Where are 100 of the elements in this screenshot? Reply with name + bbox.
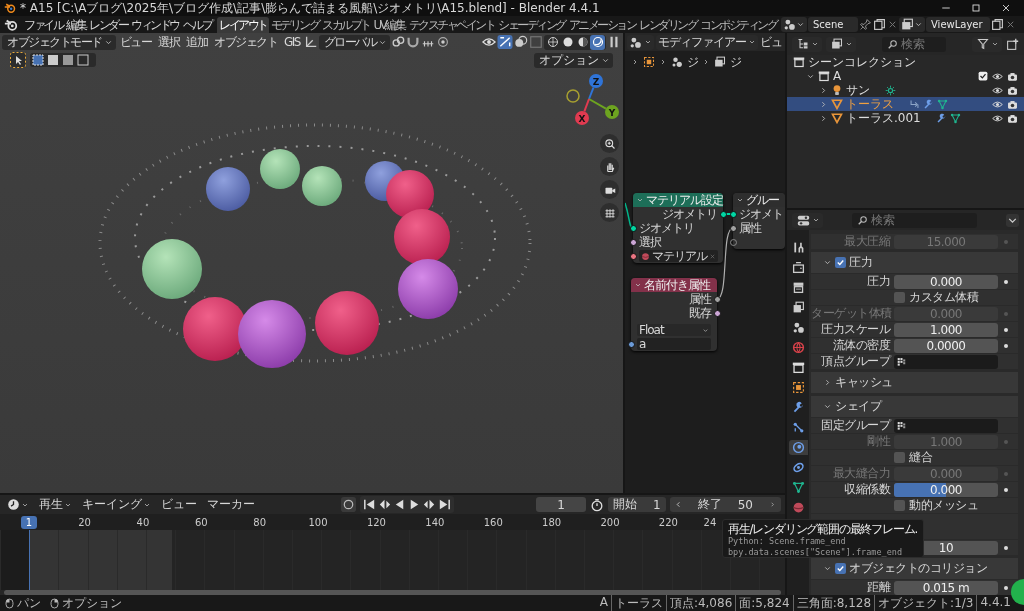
socket[interactable] (729, 224, 737, 232)
keyframe-dot-icon[interactable] (1004, 279, 1008, 284)
magnet-icon[interactable] (406, 35, 421, 49)
disclosure-icon[interactable] (819, 99, 828, 109)
pivot-icon[interactable] (391, 35, 406, 49)
view-layer-name-field[interactable]: ViewLayer (926, 17, 990, 32)
negative-axis-handle[interactable] (566, 89, 580, 103)
scene-selector[interactable] (781, 17, 807, 32)
camera-icon[interactable] (1007, 112, 1018, 124)
orientation-dropdown[interactable]: グローバル (318, 34, 391, 50)
playhead-line[interactable] (28, 530, 30, 590)
physics-icon[interactable] (909, 98, 920, 110)
menu-item[interactable]: 選択 (155, 33, 182, 51)
copy-icon[interactable] (873, 18, 886, 31)
checkbox[interactable] (835, 257, 846, 268)
workspace-tab[interactable]: シェーディング (496, 16, 567, 33)
eye-icon[interactable] (992, 84, 1003, 96)
properties-tab[interactable] (788, 440, 808, 455)
camera-icon[interactable] (1007, 98, 1018, 110)
node-panel[interactable]: グルー ジオメト 属性 (733, 193, 785, 249)
camera-icon[interactable] (1007, 84, 1018, 96)
socket[interactable] (629, 252, 637, 260)
eye-icon[interactable] (992, 70, 1003, 82)
maximize-icon[interactable] (970, 2, 982, 14)
transform-orientation-icon[interactable] (303, 35, 318, 49)
vertex-group-field[interactable] (894, 354, 998, 369)
visibility-icon[interactable] (482, 35, 496, 49)
workspace-tab[interactable]: コンポジティング (698, 16, 778, 33)
outliner-item[interactable]: シーンコレクション (787, 55, 1024, 69)
socket[interactable] (713, 295, 721, 303)
workspace-tab[interactable]: アニメーション (566, 16, 637, 33)
checkbox[interactable] (894, 292, 905, 303)
disclosure-icon[interactable] (819, 85, 828, 95)
light-data-icon[interactable] (885, 84, 896, 96)
breadcrumb-item[interactable]: ジ (730, 53, 741, 71)
outliner-item[interactable]: サン (787, 83, 1024, 97)
gizmo-toggle-icon[interactable] (497, 34, 513, 50)
outliner-item[interactable]: トーラス.001 (787, 111, 1024, 125)
menu-item[interactable]: キーイング (79, 496, 154, 513)
name-field[interactable]: a (637, 338, 711, 350)
new-collection-icon[interactable] (1006, 37, 1019, 51)
keyframe-dot-icon[interactable] (1004, 327, 1008, 332)
axis-handle[interactable]: X (575, 111, 589, 125)
search-field[interactable]: 検索 (882, 36, 946, 52)
menu-item[interactable]: 再生 (36, 496, 75, 513)
mode-dropdown[interactable]: オブジェクトモード (2, 34, 116, 50)
frame-field[interactable]: 1 (536, 497, 587, 512)
socket[interactable] (629, 238, 637, 246)
outliner-item[interactable]: A (787, 69, 1024, 83)
menu-item[interactable]: ファイル (22, 16, 64, 33)
eye-icon[interactable] (992, 112, 1003, 124)
workspace-tab[interactable]: テクスチャペイント (406, 16, 496, 33)
socket[interactable] (627, 340, 635, 348)
copy-icon[interactable] (991, 18, 1004, 31)
breadcrumb-item[interactable]: ジ (687, 53, 698, 71)
menu-item[interactable]: ビュ (760, 33, 782, 51)
remove-icon[interactable] (1005, 19, 1016, 30)
current-frame-marker[interactable]: 1 (21, 515, 37, 529)
end-frame-field[interactable]: 終了 50 (669, 497, 781, 512)
panel-header[interactable]: 圧力 (811, 252, 1018, 273)
checkbox[interactable] (894, 500, 905, 511)
options-dropdown[interactable]: オプション (534, 52, 613, 68)
overlay-icon[interactable] (514, 35, 528, 49)
slider-field[interactable]: 0.000 (894, 482, 998, 497)
record-icon[interactable] (340, 497, 356, 512)
panel-header[interactable]: オブジェクトのコリジョン (811, 558, 1018, 579)
keyframe-dot-icon[interactable] (1004, 585, 1008, 590)
menu-item[interactable]: GIS (281, 35, 303, 49)
menu-item[interactable]: ウィンドウ (129, 16, 181, 33)
checkbox[interactable] (835, 563, 846, 574)
scene-name-field[interactable]: Scene (808, 17, 858, 32)
selection-modes-icon[interactable] (30, 53, 96, 67)
workspace-tab[interactable]: レンダリング (637, 16, 698, 33)
workspace-tab[interactable]: レイアウト (217, 16, 269, 33)
workspace-tab[interactable]: UV編集 (371, 16, 407, 33)
select-tool-icon[interactable] (10, 52, 26, 68)
material-field[interactable]: マテリアル (639, 250, 718, 262)
eye-icon[interactable] (992, 98, 1003, 110)
socket[interactable] (719, 210, 727, 218)
checkbox[interactable] (978, 71, 988, 81)
vertex-group-field[interactable] (894, 418, 998, 433)
keyframe-dot-icon[interactable] (1004, 343, 1008, 348)
menu-item[interactable]: ビュー (116, 33, 154, 51)
menu-item[interactable]: レンダー (87, 16, 129, 33)
menu-item[interactable]: 編集 (64, 16, 87, 33)
jump-start-icon[interactable] (361, 497, 377, 512)
editor-dropdown[interactable]: モディファイアー (656, 34, 758, 50)
remove-icon[interactable] (887, 19, 898, 30)
blender-logo-icon[interactable] (4, 17, 18, 32)
checkbox[interactable] (894, 452, 905, 463)
menu-item[interactable]: 追加 (183, 33, 210, 51)
node-header[interactable]: マテリアル設定 (633, 193, 723, 207)
mesh-data-icon[interactable] (949, 112, 961, 124)
axis-handle[interactable]: Y (605, 105, 619, 119)
zoom-button[interactable] (600, 134, 619, 153)
horizontal-scrollbar[interactable] (4, 590, 781, 595)
keyframe-dot-icon[interactable] (1004, 545, 1008, 550)
editor-type-button[interactable] (627, 34, 654, 50)
camera-button[interactable] (600, 180, 619, 199)
socket[interactable] (629, 224, 637, 232)
